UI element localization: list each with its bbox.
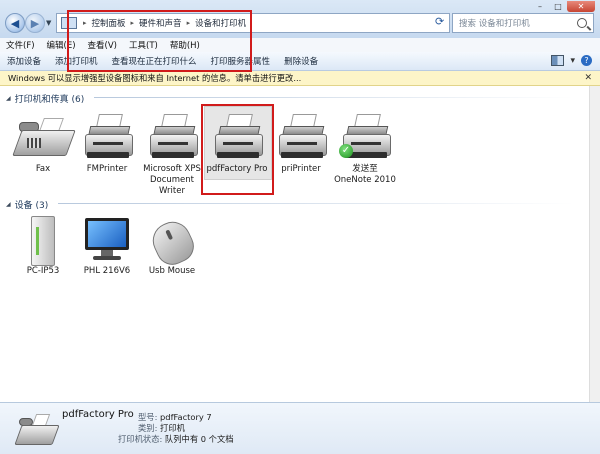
printer-icon bbox=[271, 112, 331, 162]
menu-help[interactable]: 帮助(H) bbox=[164, 39, 206, 51]
collapse-triangle-icon[interactable]: ◢ bbox=[6, 201, 11, 208]
details-pane: pdfFactory Pro 型号: pdfFactory 7 类别: 打印机 … bbox=[0, 402, 600, 454]
breadcrumb-control-panel[interactable]: 控制面板 bbox=[90, 17, 128, 29]
menu-tools[interactable]: 工具(T) bbox=[123, 39, 164, 51]
change-view-icon[interactable] bbox=[551, 55, 565, 66]
info-bar-text[interactable]: Windows 可以显示增强型设备图标和来自 Internet 的信息。请单击进… bbox=[0, 72, 584, 84]
search-box[interactable]: 搜索 设备和打印机 bbox=[452, 13, 594, 33]
group-header-devices[interactable]: ◢ 设备 (3) bbox=[6, 198, 48, 211]
printer-default-icon: ✓ bbox=[335, 112, 395, 162]
chevron-right-icon[interactable]: ▸ bbox=[184, 19, 194, 27]
forward-button[interactable]: ▶ bbox=[25, 13, 45, 33]
minimize-button[interactable]: – bbox=[531, 1, 549, 12]
device-label: pdfFactory Pro bbox=[206, 164, 268, 174]
breadcrumb-hardware-sound[interactable]: 硬件和声音 bbox=[137, 17, 184, 29]
device-fmprinter[interactable]: FMPrinter bbox=[72, 112, 142, 175]
devices-view: ◢ 打印机和传真 (6) Fax FMPrinter Microsoft XPS… bbox=[0, 86, 590, 402]
title-bar: – □ ✕ ◀ ▶ ▼ ▸ 控制面板 ▸ 硬件和声音 ▸ 设备和打印机 ⟳ 搜索… bbox=[0, 0, 600, 39]
chevron-right-icon[interactable]: ▸ bbox=[80, 19, 90, 27]
add-device-button[interactable]: 添加设备 bbox=[0, 55, 48, 67]
back-button[interactable]: ◀ bbox=[5, 13, 25, 33]
explorer-window: – □ ✕ ◀ ▶ ▼ ▸ 控制面板 ▸ 硬件和声音 ▸ 设备和打印机 ⟳ 搜索… bbox=[0, 0, 600, 454]
device-mouse[interactable]: Usb Mouse bbox=[137, 214, 207, 277]
device-pdffactory[interactable]: pdfFactory Pro bbox=[202, 112, 272, 175]
menu-bar: 文件(F) 编辑(E) 查看(V) 工具(T) 帮助(H) bbox=[0, 38, 600, 53]
group-title-printers: 打印机和传真 (6) bbox=[14, 95, 85, 105]
computer-tower-icon bbox=[13, 214, 73, 266]
device-label: PHL 216V6 bbox=[83, 266, 131, 276]
device-label: Usb Mouse bbox=[148, 266, 196, 276]
group-header-printers[interactable]: ◢ 打印机和传真 (6) bbox=[6, 92, 84, 105]
device-label: FMPrinter bbox=[86, 164, 128, 174]
menu-file[interactable]: 文件(F) bbox=[0, 39, 41, 51]
see-whats-printing-button[interactable]: 查看现在正在打印什么 bbox=[105, 55, 204, 67]
printer-icon bbox=[77, 112, 137, 162]
toolbar-right: ▾ ? bbox=[551, 55, 592, 66]
collapse-triangle-icon[interactable]: ◢ bbox=[6, 95, 11, 102]
address-bar[interactable]: ▸ 控制面板 ▸ 硬件和声音 ▸ 设备和打印机 bbox=[56, 13, 450, 33]
group-title-devices: 设备 (3) bbox=[14, 201, 49, 211]
chevron-right-icon[interactable]: ▸ bbox=[128, 19, 138, 27]
add-printer-button[interactable]: 添加打印机 bbox=[48, 55, 105, 67]
view-dropdown-icon[interactable]: ▾ bbox=[570, 56, 575, 66]
monitor-icon bbox=[77, 214, 137, 264]
remove-device-button[interactable]: 删除设备 bbox=[277, 55, 325, 67]
selected-device-name: pdfFactory Pro bbox=[62, 409, 134, 420]
device-label: Microsoft XPS Document Writer bbox=[143, 164, 201, 196]
device-fax[interactable]: Fax bbox=[8, 112, 78, 175]
default-check-icon: ✓ bbox=[339, 144, 353, 158]
device-xps-writer[interactable]: Microsoft XPS Document Writer bbox=[137, 112, 207, 197]
fax-icon bbox=[12, 112, 76, 162]
maximize-button[interactable]: □ bbox=[549, 1, 567, 12]
menu-edit[interactable]: 编辑(E) bbox=[41, 39, 82, 51]
device-label: 发送至 OneNote 2010 bbox=[334, 164, 396, 185]
print-server-properties-button[interactable]: 打印服务器属性 bbox=[204, 55, 278, 67]
breadcrumb-devices-printers[interactable]: 设备和打印机 bbox=[193, 17, 248, 29]
search-icon[interactable] bbox=[577, 18, 587, 28]
menu-view[interactable]: 查看(V) bbox=[82, 39, 123, 51]
control-panel-icon bbox=[61, 17, 77, 29]
arrow-left-icon: ◀ bbox=[10, 16, 20, 30]
device-label: Fax bbox=[35, 164, 51, 174]
group-divider bbox=[58, 203, 574, 204]
window-controls: – □ ✕ bbox=[531, 1, 595, 13]
refresh-icon[interactable]: ⟳ bbox=[435, 15, 444, 28]
history-dropdown-icon[interactable]: ▼ bbox=[46, 19, 51, 27]
device-onenote[interactable]: ✓ 发送至 OneNote 2010 bbox=[330, 112, 400, 186]
command-bar: 添加设备 添加打印机 查看现在正在打印什么 打印服务器属性 删除设备 ▾ ? bbox=[0, 52, 600, 71]
mouse-icon bbox=[142, 214, 202, 271]
help-icon[interactable]: ? bbox=[581, 55, 592, 66]
vertical-scrollbar[interactable] bbox=[589, 86, 600, 402]
printer-icon bbox=[207, 112, 267, 162]
arrow-right-icon: ▶ bbox=[30, 16, 40, 30]
device-priprinter[interactable]: priPrinter bbox=[266, 112, 336, 175]
printer-icon bbox=[142, 112, 202, 162]
info-bar[interactable]: Windows 可以显示增强型设备图标和来自 Internet 的信息。请单击进… bbox=[0, 71, 600, 86]
close-button[interactable]: ✕ bbox=[567, 1, 595, 12]
device-pc[interactable]: PC-IP53 bbox=[8, 214, 78, 277]
details-status: 打印机状态: 队列中有 0 个文档 bbox=[118, 434, 234, 444]
fax-icon bbox=[14, 409, 60, 449]
search-input[interactable]: 搜索 设备和打印机 bbox=[453, 17, 577, 29]
close-icon[interactable]: ✕ bbox=[584, 73, 600, 83]
device-monitor[interactable]: PHL 216V6 bbox=[72, 214, 142, 277]
group-divider bbox=[94, 97, 574, 98]
device-label: PC-IP53 bbox=[26, 266, 60, 276]
device-label: priPrinter bbox=[281, 164, 321, 174]
